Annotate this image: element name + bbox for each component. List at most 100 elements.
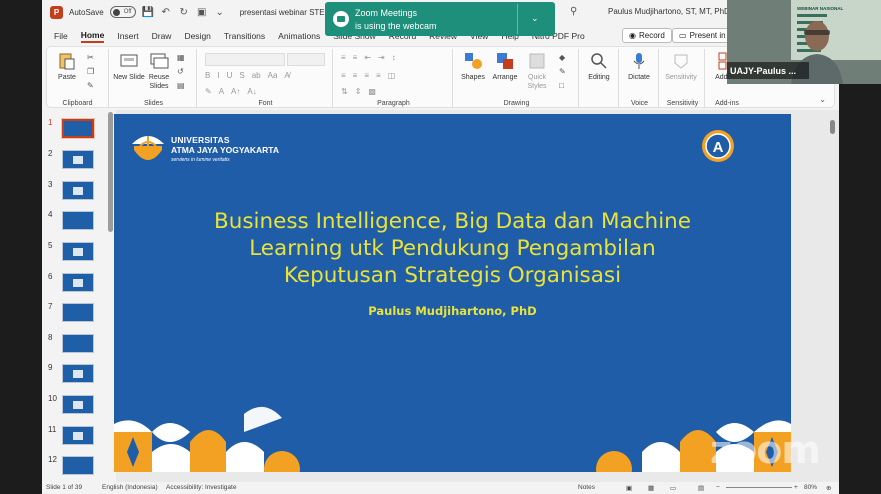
undo-icon[interactable]: ↶	[160, 7, 172, 18]
align-left-icon[interactable]: ≡	[341, 71, 346, 80]
increase-indent-icon[interactable]: ⇥	[378, 53, 385, 62]
shape-outline-icon[interactable]: ✎	[559, 67, 566, 76]
font-size-field[interactable]	[287, 53, 325, 66]
shape-effects-icon[interactable]: □	[559, 81, 564, 90]
reset-icon[interactable]: ↺	[177, 67, 184, 76]
editing-button[interactable]: Editing	[583, 51, 615, 82]
slide-thumbnail[interactable]	[62, 242, 94, 261]
zoom-slider[interactable]	[726, 487, 792, 488]
record-button[interactable]: ◉ Record	[622, 28, 672, 43]
font-color-icon[interactable]: A	[219, 87, 224, 96]
thumbnails-scrollbar[interactable]	[108, 112, 113, 232]
smartart-icon[interactable]: ▩	[368, 87, 376, 96]
tab-design[interactable]: Design	[184, 31, 210, 41]
slide-author[interactable]: Paulus Mudjihartono, PhD	[114, 304, 791, 318]
new-slide-button[interactable]: New Slide	[113, 51, 145, 82]
slide-thumbnail[interactable]	[62, 334, 94, 353]
shapes-button[interactable]: Shapes	[457, 51, 489, 82]
tab-draw[interactable]: Draw	[152, 31, 172, 41]
justify-icon[interactable]: ≡	[376, 71, 381, 80]
fit-slide-icon[interactable]: ⊕	[826, 484, 831, 492]
slide-title[interactable]: Business Intelligence, Big Data dan Mach…	[154, 208, 751, 289]
numbering-icon[interactable]: ≡	[353, 53, 358, 62]
line-spacing-icon[interactable]: ↕	[392, 53, 396, 62]
thumb-number: 5	[48, 241, 53, 250]
cut-icon[interactable]: ✂	[87, 53, 94, 62]
zoom-notification[interactable]: Zoom Meetings is using the webcam ⌄	[325, 2, 555, 36]
layout-icon[interactable]: ▦	[177, 53, 185, 62]
font-format-row: B I U S ab Aa A̸	[205, 71, 290, 80]
paste-button[interactable]: Paste	[51, 51, 83, 82]
bold-icon[interactable]: B	[205, 71, 210, 80]
reuse-slides-button[interactable]: Reuse Slides	[143, 51, 175, 91]
slide-scrollbar-thumb[interactable]	[830, 120, 835, 134]
slide-thumbnail[interactable]	[61, 118, 95, 139]
notes-button[interactable]: Notes	[578, 484, 595, 491]
character-spacing-icon[interactable]: ab	[252, 71, 261, 80]
decrease-indent-icon[interactable]: ⇤	[364, 53, 371, 62]
tab-insert[interactable]: Insert	[117, 31, 138, 41]
tab-home[interactable]: Home	[80, 30, 105, 43]
tab-animations[interactable]: Animations	[278, 31, 320, 41]
chevron-down-icon[interactable]: ⌄	[531, 13, 539, 24]
increase-font-icon[interactable]: A↑	[231, 87, 240, 96]
slide-thumbnail[interactable]	[62, 364, 94, 383]
zoom-in-icon[interactable]: +	[794, 484, 798, 491]
slide-thumbnail[interactable]	[62, 426, 94, 445]
search-icon[interactable]: ⚲	[570, 6, 577, 17]
align-center-icon[interactable]: ≡	[353, 71, 358, 80]
sensitivity-button[interactable]: Sensitivity	[665, 51, 697, 82]
university-line1: UNIVERSITAS	[171, 135, 230, 145]
normal-view-icon[interactable]: ▣	[626, 484, 632, 492]
slide-thumbnail[interactable]	[62, 456, 94, 475]
decrease-font-icon[interactable]: A↓	[247, 87, 256, 96]
reading-view-icon[interactable]: ▭	[670, 484, 676, 492]
slide-thumbnail[interactable]	[62, 211, 94, 230]
italic-icon[interactable]: I	[217, 71, 219, 80]
slide-thumbnail[interactable]	[62, 395, 94, 414]
change-case-icon[interactable]: Aa	[268, 71, 278, 80]
align-text-icon[interactable]: ⇕	[355, 87, 362, 96]
quick-styles-button[interactable]: Quick Styles	[521, 51, 553, 91]
shape-fill-icon[interactable]: ◆	[559, 53, 565, 62]
highlight-icon[interactable]: ✎	[205, 87, 212, 96]
zoom-out-icon[interactable]: −	[716, 484, 720, 491]
tab-transitions[interactable]: Transitions	[224, 31, 265, 41]
clear-formatting-icon[interactable]: A̸	[284, 71, 289, 80]
slide-thumbnail[interactable]	[62, 150, 94, 169]
slideshow-icon[interactable]: ▤	[698, 484, 704, 492]
accessibility-indicator[interactable]: Accessibility: Investigate	[166, 484, 236, 491]
slide-sorter-icon[interactable]: ▦	[648, 484, 654, 492]
language-indicator[interactable]: English (Indonesia)	[102, 484, 158, 491]
zoom-level[interactable]: 80%	[804, 484, 817, 491]
align-right-icon[interactable]: ≡	[364, 71, 369, 80]
save-icon[interactable]: 💾	[142, 7, 154, 18]
format-painter-icon[interactable]: ✎	[87, 81, 94, 90]
slide[interactable]: UNIVERSITAS ATMA JAYA YOGYAKARTA servien…	[114, 114, 791, 472]
slide-thumbnail[interactable]	[62, 181, 94, 200]
columns-icon[interactable]: ◫	[388, 71, 396, 80]
list-row: ≡ ≡ ⇤ ⇥ ↕	[341, 53, 396, 62]
copy-icon[interactable]: ❐	[87, 67, 94, 76]
bullets-icon[interactable]: ≡	[341, 53, 346, 62]
dictate-button[interactable]: Dictate	[623, 51, 655, 82]
slide-thumbnail[interactable]	[62, 303, 94, 322]
slide-scrollbar[interactable]	[830, 114, 835, 472]
tab-file[interactable]: File	[54, 31, 68, 41]
arrange-button[interactable]: Arrange	[489, 51, 521, 82]
redo-icon[interactable]: ↻	[178, 7, 190, 18]
start-from-beginning-icon[interactable]: ▣	[196, 7, 208, 18]
webcam-video[interactable]: WEBINAR NASIONAL UAJY-Paulus ...	[727, 0, 881, 84]
underline-icon[interactable]: U	[227, 71, 233, 80]
autosave-toggle[interactable]: Off	[109, 6, 136, 18]
user-name[interactable]: Paulus Mudjihartono, ST, MT, PhD	[608, 7, 730, 16]
strikethrough-icon[interactable]: S	[239, 71, 244, 80]
new-slide-label: New Slide	[113, 74, 145, 81]
text-direction-icon[interactable]: ⇅	[341, 87, 348, 96]
font-name-field[interactable]	[205, 53, 285, 66]
section-icon[interactable]: ▤	[177, 81, 185, 90]
collapse-ribbon-icon[interactable]: ⌄	[819, 95, 826, 104]
slide-thumbnail[interactable]	[62, 273, 94, 292]
title-line: Business Intelligence, Big Data dan Mach…	[213, 209, 692, 234]
customize-toolbar-icon[interactable]: ⌄	[214, 7, 226, 18]
